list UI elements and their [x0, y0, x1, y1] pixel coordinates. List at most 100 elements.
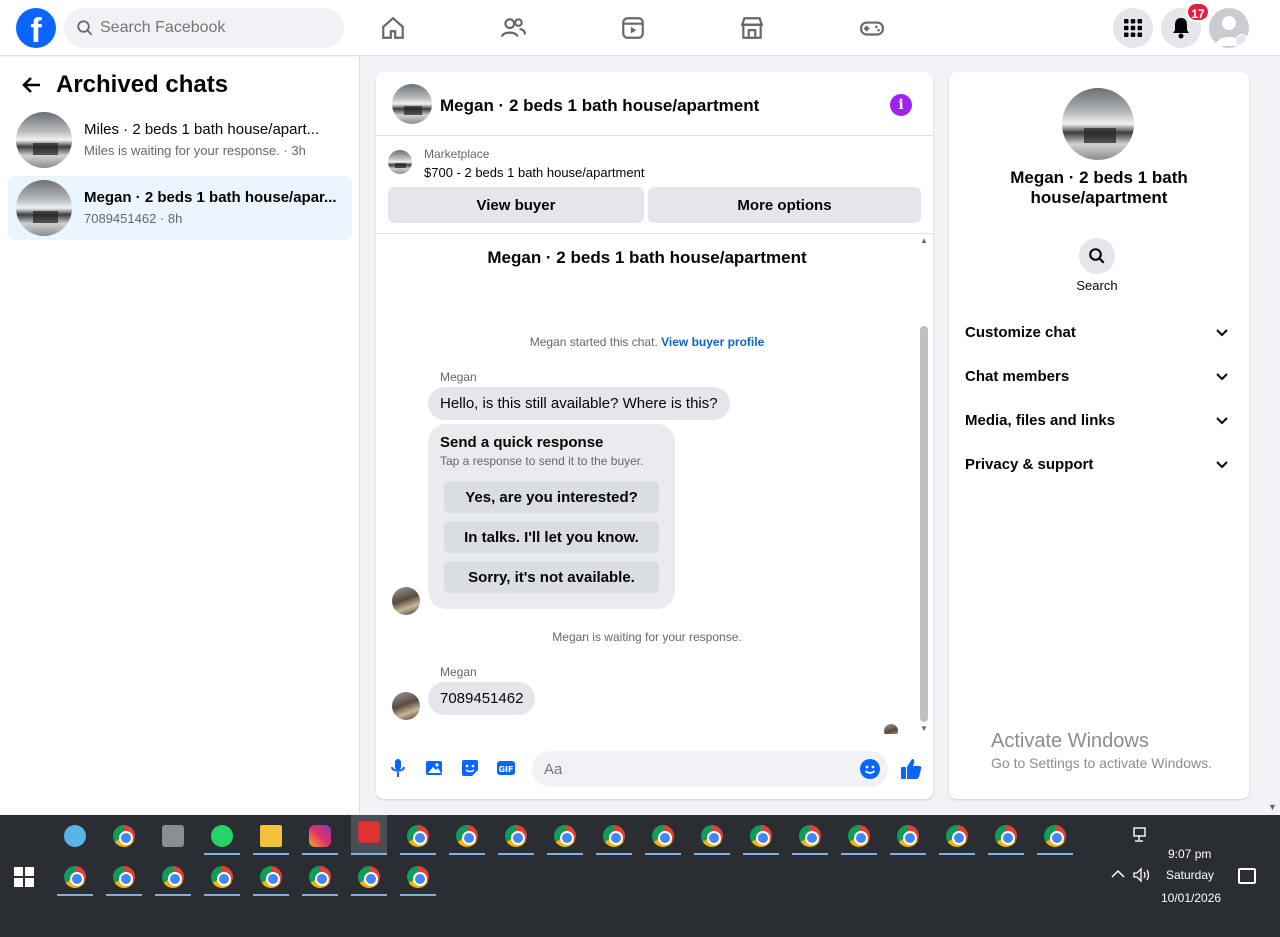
scroll-down-arrow-icon[interactable]: ▼: [1268, 802, 1277, 812]
gif-icon[interactable]: GIF: [496, 758, 516, 778]
view-buyer-button[interactable]: View buyer: [388, 187, 644, 223]
customize-chat-row[interactable]: Customize chat: [965, 320, 1233, 348]
taskbar-app-kodi[interactable]: [57, 819, 93, 855]
chevron-down-icon: [1235, 34, 1249, 48]
taskbar-app-calculator[interactable]: [155, 819, 191, 855]
windows-start-icon[interactable]: [14, 867, 34, 887]
facebook-logo[interactable]: f: [16, 8, 56, 48]
clock-date[interactable]: 10/01/2026: [1161, 891, 1221, 905]
message-input-box[interactable]: [532, 751, 888, 787]
search-input[interactable]: [100, 8, 330, 48]
page-scrollbar[interactable]: ▼: [1266, 57, 1280, 814]
quick-reply-not-available[interactable]: Sorry, it's not available.: [444, 561, 659, 593]
chrome-icon: [358, 866, 380, 888]
taskbar-chrome[interactable]: [400, 819, 436, 855]
taskbar-chrome[interactable]: [547, 819, 583, 855]
gaming-icon[interactable]: [856, 12, 888, 44]
action-center-icon[interactable]: [1238, 868, 1256, 884]
photo-icon[interactable]: [424, 758, 444, 778]
taskbar-chrome[interactable]: [57, 860, 93, 896]
notification-badge: 17: [1186, 2, 1210, 22]
taskbar-chrome[interactable]: [253, 860, 289, 896]
taskbar-chrome[interactable]: [155, 860, 191, 896]
listing-thumbnail: [16, 112, 72, 168]
taskbar-chrome[interactable]: [106, 860, 142, 896]
marketplace-label: Marketplace: [424, 147, 490, 161]
taskbar-app-google[interactable]: [106, 819, 142, 855]
clock-time[interactable]: 9:07 pm: [1168, 847, 1211, 861]
waiting-message: Megan is waiting for your response.: [552, 630, 742, 644]
taskbar-chrome[interactable]: [792, 819, 828, 855]
chat-name: Megan · 2 beds 1 bath house/apar...: [84, 189, 337, 206]
sticker-icon[interactable]: [460, 758, 480, 778]
scroll-up-arrow-icon[interactable]: ▲: [919, 236, 929, 246]
scroll-down-arrow-icon[interactable]: ▼: [919, 724, 929, 734]
taskbar-chrome[interactable]: [498, 819, 534, 855]
taskbar-chrome[interactable]: [351, 860, 387, 896]
friends-icon[interactable]: [497, 12, 529, 44]
taskbar-app-active[interactable]: [351, 815, 387, 855]
network-icon[interactable]: [1133, 827, 1151, 843]
chrome-icon: [946, 825, 968, 847]
taskbar-chrome[interactable]: [1037, 819, 1073, 855]
app-icon: [358, 821, 380, 843]
taskbar-chrome[interactable]: [204, 860, 240, 896]
chevron-down-icon: [1216, 329, 1228, 337]
video-icon[interactable]: [617, 12, 649, 44]
activate-subtitle: Go to Settings to activate Windows.: [991, 755, 1212, 771]
back-arrow-icon[interactable]: [20, 73, 44, 97]
chevron-up-icon[interactable]: [1111, 869, 1125, 879]
volume-icon[interactable]: [1132, 867, 1152, 883]
taskbar-chrome[interactable]: [890, 819, 926, 855]
row-label: Privacy & support: [965, 456, 1094, 473]
listing-thumbnail[interactable]: [1062, 88, 1134, 160]
taskbar-chrome[interactable]: [743, 819, 779, 855]
sender-avatar[interactable]: [392, 692, 420, 720]
chrome-icon: [848, 825, 870, 847]
sender-avatar[interactable]: [392, 587, 420, 615]
chat-name: Miles · 2 beds 1 bath house/apart...: [84, 121, 320, 138]
microphone-icon[interactable]: [388, 758, 408, 778]
chat-title[interactable]: Megan · 2 beds 1 bath house/apartment: [440, 96, 759, 116]
whatsapp-icon: [211, 825, 233, 847]
listing-price[interactable]: $700 - 2 beds 1 bath house/apartment: [424, 165, 644, 180]
taskbar-chrome[interactable]: [645, 819, 681, 855]
chat-members-row[interactable]: Chat members: [965, 364, 1233, 392]
taskbar-chrome[interactable]: [939, 819, 975, 855]
taskbar-chrome[interactable]: [694, 819, 730, 855]
quick-reply-interested[interactable]: Yes, are you interested?: [444, 481, 659, 513]
chrome-icon: [554, 825, 576, 847]
profile-avatar[interactable]: [1209, 8, 1249, 48]
info-icon[interactable]: i: [890, 94, 912, 116]
taskbar-app-file-explorer[interactable]: [253, 819, 289, 855]
search-box[interactable]: [64, 8, 344, 48]
taskbar-chrome[interactable]: [988, 819, 1024, 855]
taskbar-app-whatsapp[interactable]: [204, 819, 240, 855]
taskbar-chrome[interactable]: [841, 819, 877, 855]
listing-thumbnail[interactable]: [392, 84, 432, 124]
emoji-icon[interactable]: [860, 759, 880, 779]
media-files-links-row[interactable]: Media, files and links: [965, 408, 1233, 436]
clock-day[interactable]: Saturday: [1166, 868, 1214, 882]
chat-item-megan[interactable]: Megan · 2 beds 1 bath house/apar... 7089…: [8, 176, 352, 240]
menu-grid-button[interactable]: [1113, 8, 1153, 48]
taskbar-app-instagram[interactable]: [302, 819, 338, 855]
chat-item-miles[interactable]: Miles · 2 beds 1 bath house/apart... Mil…: [8, 108, 352, 172]
chevron-down-icon: [1216, 417, 1228, 425]
taskbar-chrome[interactable]: [449, 819, 485, 855]
taskbar-chrome[interactable]: [596, 819, 632, 855]
quick-reply-in-talks[interactable]: In talks. I'll let you know.: [444, 521, 659, 553]
scrollbar-thumb[interactable]: [920, 326, 928, 722]
more-options-button[interactable]: More options: [648, 187, 921, 223]
chrome-icon: [505, 825, 527, 847]
home-icon[interactable]: [377, 12, 409, 44]
privacy-support-row[interactable]: Privacy & support: [965, 452, 1233, 480]
archived-chats-sidebar: Archived chats Miles · 2 beds 1 bath hou…: [0, 57, 360, 814]
search-conversation-button[interactable]: [1079, 238, 1115, 274]
taskbar-chrome[interactable]: [302, 860, 338, 896]
taskbar-chrome[interactable]: [400, 860, 436, 896]
like-thumbs-up-icon[interactable]: [899, 757, 923, 781]
marketplace-icon[interactable]: [736, 12, 768, 44]
view-buyer-profile-link[interactable]: View buyer profile: [661, 335, 764, 349]
message-input[interactable]: [544, 751, 844, 787]
